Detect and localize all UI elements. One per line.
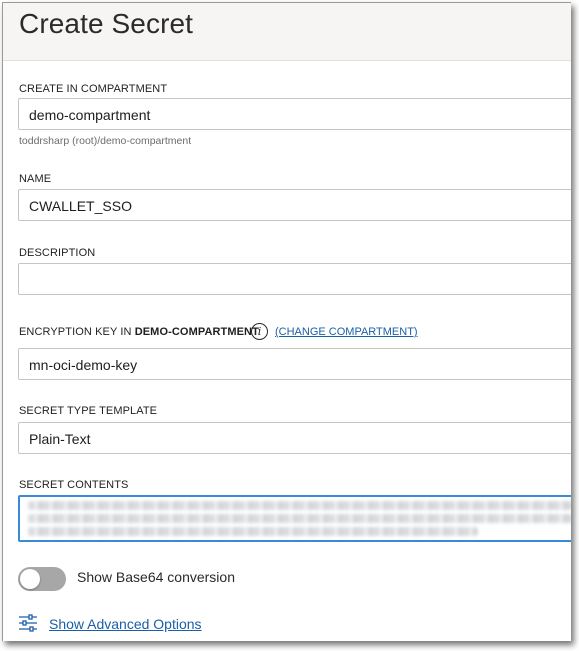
toggle-knob — [20, 569, 40, 589]
description-label: DESCRIPTION — [19, 247, 96, 259]
secret-type-select[interactable]: Plain-Text — [18, 422, 571, 454]
change-compartment-link[interactable]: (CHANGE COMPARTMENT) — [275, 326, 418, 338]
dialog-header: Create Secret — [3, 3, 571, 61]
encryption-key-value: mn-oci-demo-key — [29, 357, 138, 373]
create-secret-dialog: Create Secret CREATE IN COMPARTMENT demo… — [2, 2, 571, 641]
compartment-value: demo-compartment — [29, 107, 151, 123]
encryption-key-label: ENCRYPTION KEY IN DEMO-COMPARTMENT — [19, 326, 259, 338]
name-field[interactable]: CWALLET_SSO — [18, 189, 571, 221]
secret-type-value: Plain-Text — [29, 431, 91, 447]
redacted-secret-line — [28, 514, 571, 523]
encryption-key-label-prefix: ENCRYPTION KEY IN — [19, 326, 135, 338]
compartment-label: CREATE IN COMPARTMENT — [19, 83, 168, 95]
description-field[interactable] — [18, 263, 571, 295]
redacted-secret-line — [28, 501, 571, 510]
encryption-key-compartment-name: DEMO-COMPARTMENT — [134, 326, 259, 338]
base64-toggle-label: Show Base64 conversion — [77, 569, 235, 585]
secret-type-label: SECRET TYPE TEMPLATE — [19, 405, 158, 417]
info-icon[interactable]: i — [251, 323, 268, 340]
page-title: Create Secret — [19, 8, 194, 39]
redacted-secret-line — [28, 527, 478, 536]
name-value: CWALLET_SSO — [29, 198, 132, 214]
sliders-icon[interactable] — [18, 614, 38, 632]
compartment-path-hint: toddrsharp (root)/demo-compartment — [19, 135, 192, 147]
show-advanced-options-link[interactable]: Show Advanced Options — [49, 616, 202, 632]
compartment-select[interactable]: demo-compartment — [18, 98, 571, 130]
encryption-key-select[interactable]: mn-oci-demo-key — [18, 348, 571, 380]
base64-toggle[interactable] — [18, 567, 66, 591]
name-label: NAME — [19, 173, 52, 185]
secret-contents-label: SECRET CONTENTS — [19, 479, 129, 491]
secret-contents-textarea[interactable] — [18, 495, 571, 542]
